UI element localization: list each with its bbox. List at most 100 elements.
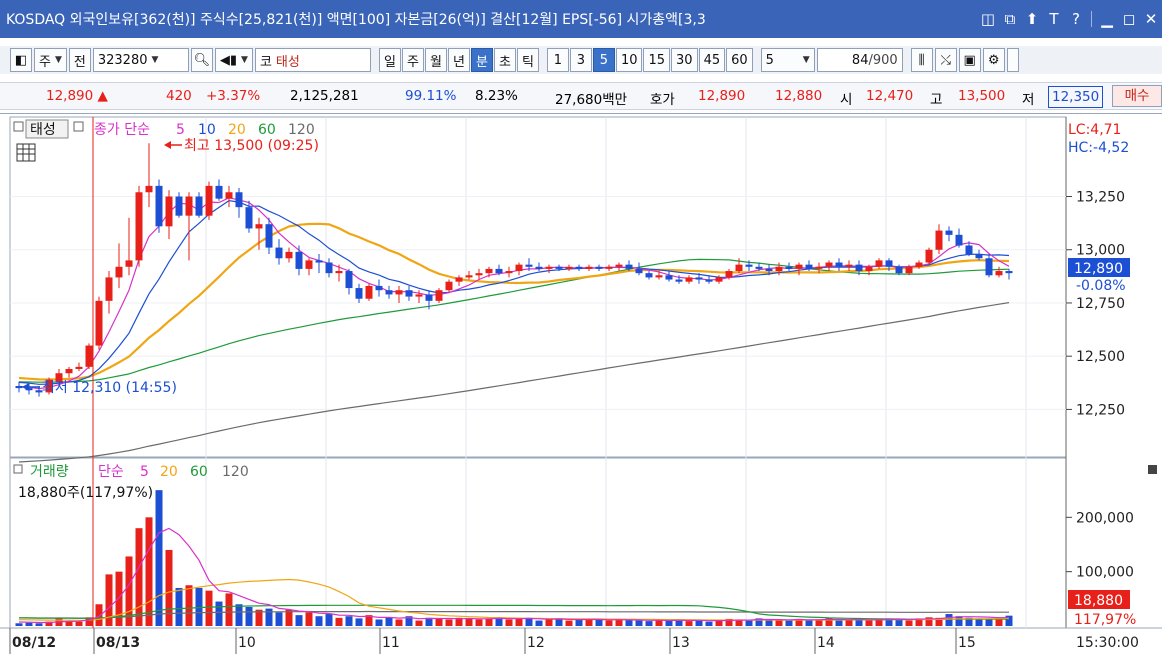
font-icon[interactable]: T [1043, 8, 1065, 30]
pin-icon[interactable]: ⬆ [1021, 8, 1043, 30]
period-tab-2[interactable]: 월 [424, 48, 447, 72]
chart-area[interactable]: 태성 종가 단순 5 10 20 60 120 최고 13,500 (09:25… [0, 113, 1162, 654]
candle-body-73 [745, 264, 753, 267]
high-price: 13,500 [958, 88, 1006, 104]
volume-bar-15 [165, 549, 173, 626]
candle-body-7 [85, 345, 93, 367]
window-title: KOSDAQ 외국인보유[362(천)] 주식수[25,821(천)] 액면[1… [6, 12, 706, 28]
ma-label-60: 60 [258, 122, 276, 138]
candle-body-43 [445, 281, 453, 291]
search-icon[interactable]: 🔍︎ [190, 48, 213, 72]
gear-icon[interactable]: ⚙ [982, 48, 1005, 72]
interval-tab-5[interactable]: 5 [592, 48, 615, 72]
candle-body-60 [615, 264, 623, 267]
table-view-icon[interactable] [16, 143, 36, 162]
candle-body-66 [675, 279, 683, 282]
candle-body-55 [565, 266, 573, 269]
total-volume: 2,125,281 [290, 88, 359, 104]
maximize-icon[interactable]: ◻ [1118, 8, 1140, 30]
interval-tab-10[interactable]: 10 [615, 48, 643, 72]
volume-bar-46 [475, 619, 483, 626]
candle-body-5 [65, 368, 73, 374]
candle-body-18 [195, 196, 203, 216]
candle-body-32 [335, 271, 343, 274]
candle-body-74 [755, 266, 763, 269]
volume-bar-68 [695, 620, 703, 626]
stock-name-field[interactable]: 코 태성 [254, 48, 371, 72]
period-tab-4[interactable]: 분 [470, 48, 493, 72]
candle-body-12 [135, 192, 143, 261]
quote-bar: 12,890 ▲ 420 +3.37% 2,125,281 99.11% 8.2… [0, 82, 1162, 110]
period-tab-6[interactable]: 틱 [516, 48, 539, 72]
volume-tick-label-0: 200,000 [1076, 510, 1134, 526]
period-tab-0[interactable]: 일 [378, 48, 401, 72]
restore-layout-icon[interactable]: ◫ [977, 8, 999, 30]
interval-tab-60[interactable]: 60 [726, 48, 753, 72]
volume-bar-31 [325, 614, 333, 626]
candle-icon[interactable]: ⫼ [910, 48, 933, 72]
candle-body-54 [555, 266, 563, 269]
stock-code-input[interactable]: 323280 [92, 48, 189, 72]
count-input[interactable]: 84 /900 [816, 48, 903, 72]
duplicate-window-icon[interactable]: ⧉ [999, 8, 1021, 30]
save-icon[interactable]: ▣ [958, 48, 981, 72]
panel-toggle-icon[interactable]: ◧ [10, 48, 32, 72]
interval-tab-15[interactable]: 15 [643, 48, 671, 72]
volume-bar-6 [75, 621, 83, 626]
legend-box-icon [13, 121, 24, 132]
candle-body-68 [695, 277, 703, 280]
hoga-label: 호가 [650, 92, 675, 108]
lc-value: LC:4,71 [1068, 122, 1121, 138]
market-select[interactable]: 주 [34, 48, 67, 72]
buy-button[interactable]: 매수 [1112, 85, 1162, 107]
period-tab-3[interactable]: 년 [447, 48, 470, 72]
close-icon[interactable]: ✕ [1140, 8, 1162, 30]
interval-tab-3[interactable]: 3 [569, 48, 592, 72]
x-tick-label-4: 12 [527, 635, 545, 651]
stock-name: 태성 [275, 54, 300, 70]
candle-body-84 [855, 264, 863, 272]
prev-button[interactable]: 전 [68, 48, 91, 72]
period-tab-5[interactable]: 초 [493, 48, 516, 72]
period-tab-1[interactable]: 주 [401, 48, 424, 72]
candle-body-72 [735, 264, 743, 272]
candle-body-62 [635, 268, 643, 274]
bid-price: 12,880 [775, 88, 823, 104]
help-icon[interactable]: ? [1065, 8, 1087, 30]
candle-body-17 [185, 196, 193, 216]
stock-chart[interactable]: 태성 종가 단순 5 10 20 60 120 최고 13,500 (09:25… [0, 114, 1162, 654]
candle-body-31 [325, 262, 333, 274]
volume-bar-57 [585, 620, 593, 626]
candle-body-14 [155, 185, 163, 227]
volume-bar-85 [865, 620, 873, 626]
volume-bar-50 [515, 618, 523, 626]
interval-tab-30[interactable]: 30 [671, 48, 698, 72]
candle-body-16 [175, 196, 183, 216]
option-checkbox[interactable] [1006, 48, 1019, 72]
candle-body-42 [435, 290, 443, 301]
draw-tool-icon[interactable]: ⤯ [934, 48, 957, 72]
candle-body-22 [235, 192, 243, 208]
candle-body-45 [465, 275, 473, 278]
sound-select[interactable]: ◀▮ [214, 48, 253, 72]
ask-price: 12,890 [698, 88, 746, 104]
interval-select[interactable]: 5 [760, 48, 815, 72]
candle-body-36 [375, 285, 383, 291]
market-select-label: 주 [39, 54, 51, 70]
price-tick-label-2: 12,750 [1076, 296, 1125, 312]
minimize-icon[interactable]: ▁ [1096, 8, 1118, 30]
interval-tab-1[interactable]: 1 [546, 48, 569, 72]
stock-code-value: 323280 [97, 52, 148, 68]
volume-close-icon[interactable] [1148, 465, 1157, 474]
volume-bar-30 [315, 616, 323, 626]
price-y-ticks: 13,250 13,000 12,750 12,500 12,250 [1066, 190, 1125, 418]
trade-amount: 27,680백만 [555, 92, 628, 108]
volume-bar-0 [15, 623, 23, 626]
candle-body-27 [285, 251, 293, 259]
candle-body-8 [95, 300, 103, 346]
volume-bar-94 [955, 616, 963, 626]
interval-tab-45[interactable]: 45 [698, 48, 726, 72]
low-price: 12,350 [1048, 86, 1104, 108]
x-tick-label-2: 10 [238, 635, 256, 651]
volume-bar-22 [235, 604, 243, 626]
